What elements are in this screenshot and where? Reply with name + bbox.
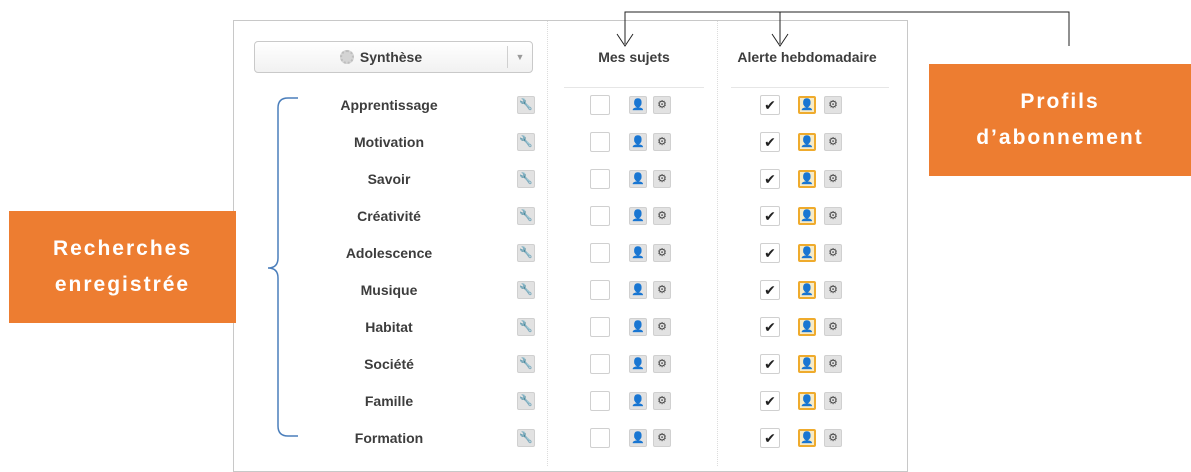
- bracket-shape: [267, 97, 298, 437]
- annotation-overlay: [267, 11, 1070, 437]
- connector-line: [624, 11, 1070, 46]
